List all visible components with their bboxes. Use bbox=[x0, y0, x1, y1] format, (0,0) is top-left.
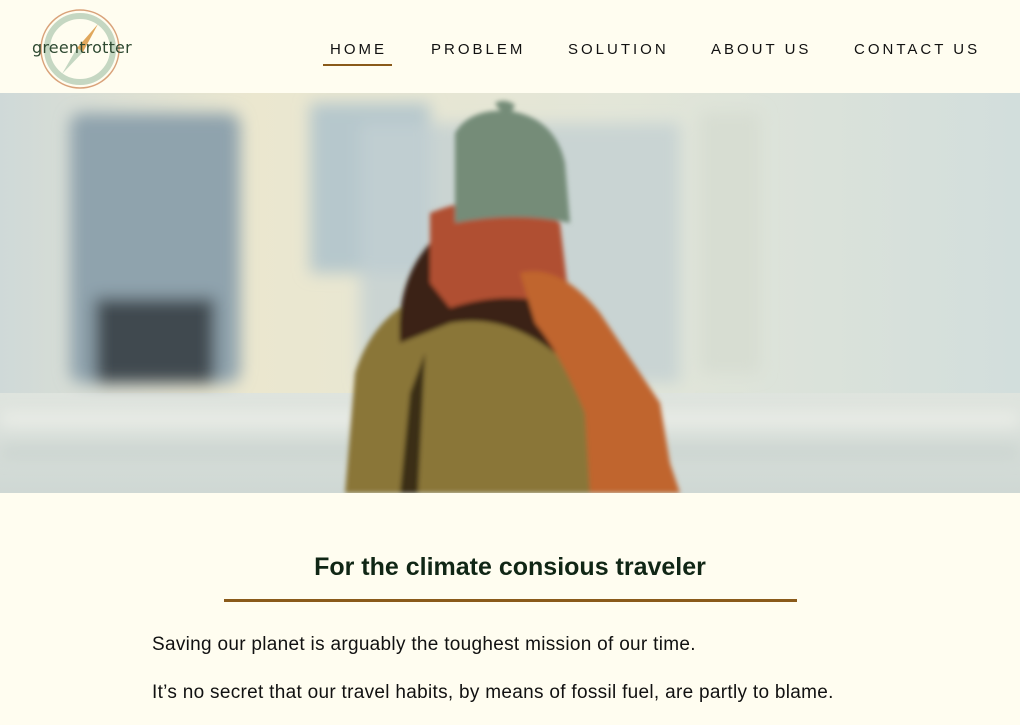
intro-paragraph-2: It’s no secret that our travel habits, b… bbox=[152, 682, 834, 703]
hero-image bbox=[0, 93, 1020, 493]
page-heading: For the climate consious traveler bbox=[314, 553, 706, 581]
traveler-photo bbox=[0, 93, 1020, 493]
site-header: greentrotter HOME PROBLEM SOLUTION ABOUT… bbox=[0, 0, 1020, 93]
nav-item-about-us[interactable]: ABOUT US bbox=[711, 41, 811, 58]
main-nav: HOME PROBLEM SOLUTION ABOUT US CONTACT U… bbox=[0, 38, 1020, 68]
nav-item-solution[interactable]: SOLUTION bbox=[568, 41, 669, 58]
intro-section: For the climate consious traveler Saving… bbox=[0, 493, 1020, 725]
nav-item-contact-us[interactable]: CONTACT US bbox=[854, 41, 980, 58]
heading-underline bbox=[224, 599, 797, 602]
nav-item-home[interactable]: HOME bbox=[330, 41, 387, 58]
nav-item-problem[interactable]: PROBLEM bbox=[431, 41, 525, 58]
intro-paragraph-1: Saving our planet is arguably the toughe… bbox=[152, 634, 696, 655]
nav-active-indicator bbox=[323, 64, 392, 66]
